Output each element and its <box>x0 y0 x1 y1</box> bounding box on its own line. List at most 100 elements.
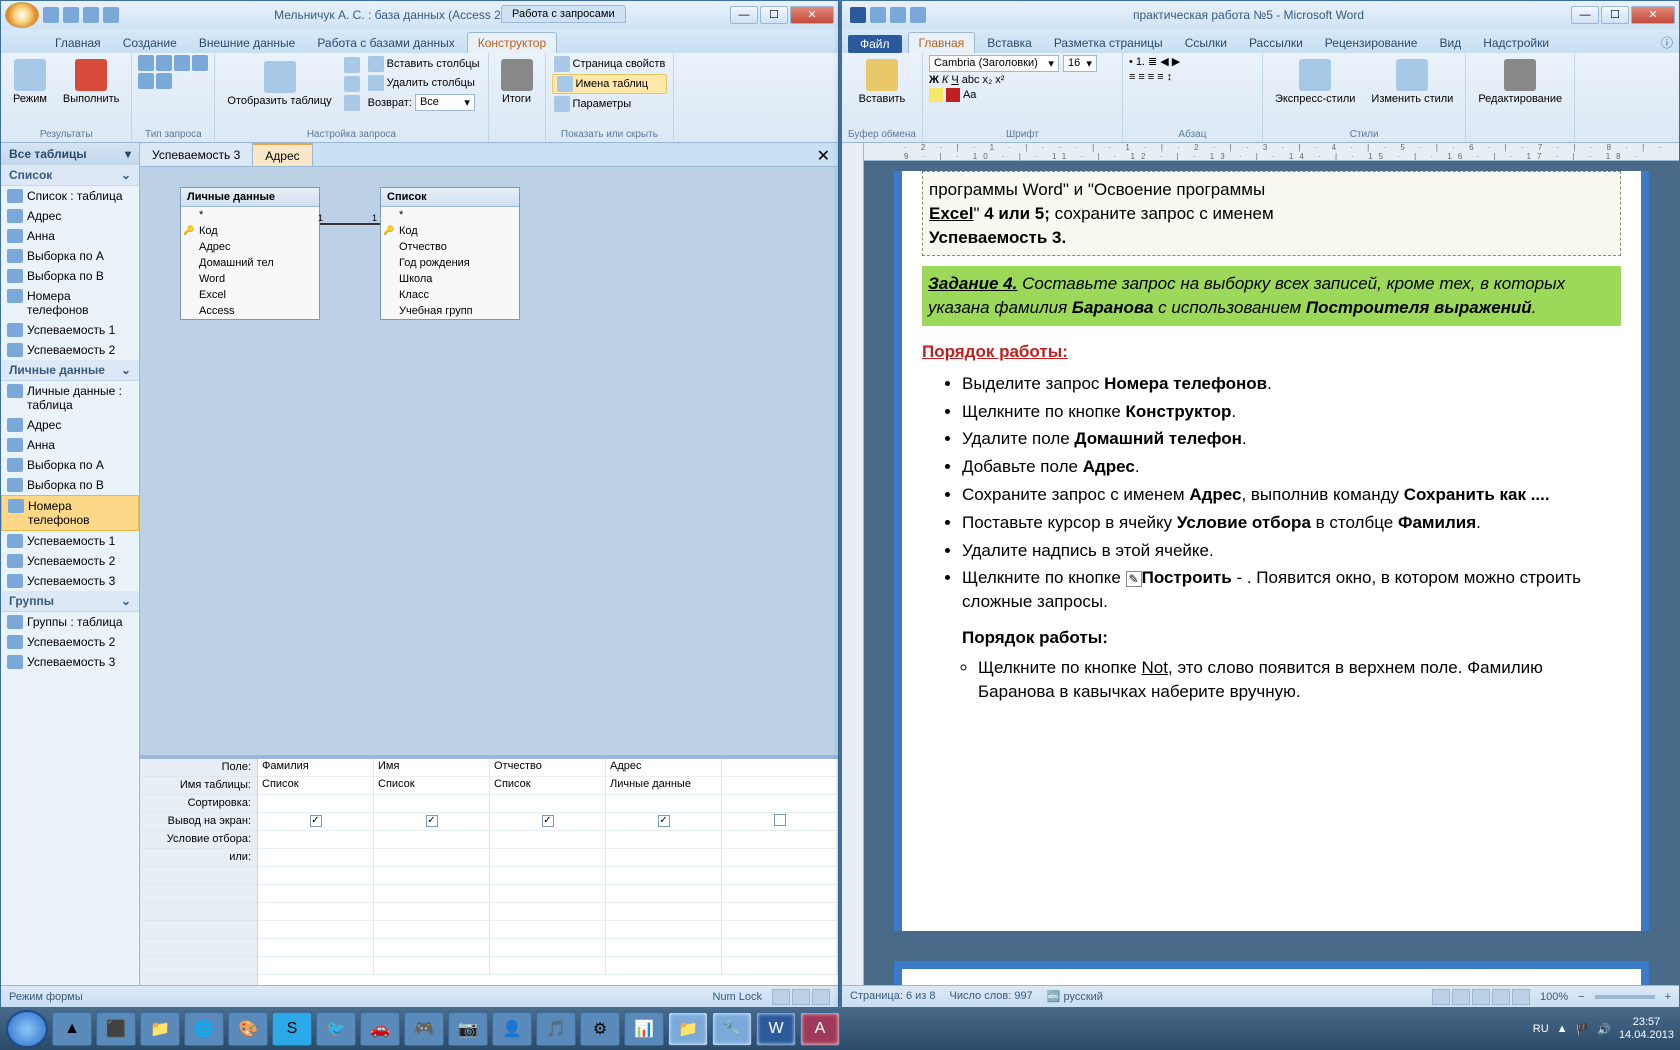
zoom-slider[interactable] <box>1595 995 1655 999</box>
maximize-button[interactable]: ☐ <box>1601 6 1629 24</box>
change-case-button[interactable]: Aa <box>963 89 976 101</box>
office-button[interactable] <box>5 2 39 28</box>
qbe-cell[interactable]: ✓ <box>606 813 722 830</box>
qat-redo-icon[interactable] <box>83 7 99 23</box>
select-query-icon[interactable] <box>138 55 154 71</box>
qbe-cell[interactable] <box>490 903 606 920</box>
delete-cols-button[interactable]: Удалить столбцы <box>366 74 482 92</box>
qbe-cell[interactable] <box>490 795 606 812</box>
qbe-cell[interactable] <box>606 903 722 920</box>
qbe-cell[interactable] <box>722 903 838 920</box>
table-field[interactable]: Отчество <box>381 239 519 255</box>
table-field[interactable]: Класс <box>381 287 519 303</box>
help-icon[interactable]: ⓘ <box>1655 32 1679 53</box>
qat-save-icon[interactable] <box>870 7 886 23</box>
indent-dec-button[interactable]: ◀ <box>1160 55 1168 68</box>
table-box-list[interactable]: Список *КодОтчествоГод рожденияШколаКлас… <box>380 187 520 320</box>
return-combo[interactable]: Возврат:Все▾ <box>366 93 482 112</box>
property-sheet-button[interactable]: Страница свойств <box>552 55 668 73</box>
qbe-cell[interactable]: Фамилия <box>258 759 374 776</box>
run-button[interactable]: Выполнить <box>57 55 125 109</box>
change-styles-button[interactable]: Изменить стили <box>1365 55 1459 109</box>
tray-lang[interactable]: RU <box>1533 1023 1549 1035</box>
qbe-cell[interactable] <box>490 921 606 938</box>
tray-volume-icon[interactable]: 🔊 <box>1597 1023 1611 1036</box>
query-design-surface[interactable]: Личные данные *КодАдресДомашний телWordE… <box>140 167 838 755</box>
table-field[interactable]: Код <box>181 223 319 239</box>
subscript-button[interactable]: x₂ <box>982 74 992 86</box>
justify-button[interactable]: ≡ <box>1157 71 1163 83</box>
taskbar-app-6[interactable]: ⚙ <box>580 1012 620 1046</box>
qbe-cell[interactable] <box>490 849 606 866</box>
delete-query-icon[interactable] <box>156 73 172 89</box>
qbe-cell[interactable] <box>258 903 374 920</box>
tab-view[interactable]: Вид <box>1429 33 1471 53</box>
qbe-cell[interactable] <box>258 957 374 974</box>
qbe-cell[interactable]: Отчество <box>490 759 606 776</box>
tab-dbtools[interactable]: Работа с базами данных <box>307 33 464 53</box>
qbe-cell[interactable] <box>606 885 722 902</box>
minimize-button[interactable]: — <box>1571 6 1599 24</box>
qbe-cell[interactable] <box>606 831 722 848</box>
nav-item[interactable]: Группы : таблица <box>1 612 139 632</box>
qbe-cell[interactable] <box>374 831 490 848</box>
taskbar-app-4[interactable]: 👤 <box>492 1012 532 1046</box>
minimize-button[interactable]: — <box>730 6 758 24</box>
qbe-cell[interactable] <box>490 957 606 974</box>
status-lang[interactable]: 🔤 русский <box>1047 990 1103 1003</box>
nav-item[interactable]: Анна <box>1 226 139 246</box>
qbe-cell[interactable] <box>374 957 490 974</box>
qbe-cell[interactable]: Адрес <box>606 759 722 776</box>
nav-item[interactable]: Адрес <box>1 206 139 226</box>
qbe-cell[interactable] <box>258 921 374 938</box>
table-field[interactable]: * <box>181 207 319 223</box>
quick-styles-button[interactable]: Экспресс-стили <box>1269 55 1361 109</box>
table-box-personal[interactable]: Личные данные *КодАдресДомашний телWordE… <box>180 187 320 320</box>
qbe-cell[interactable] <box>490 831 606 848</box>
nav-group-header[interactable]: Список⌄ <box>1 165 139 186</box>
qbe-cell[interactable]: Список <box>258 777 374 794</box>
qbe-cell[interactable] <box>606 957 722 974</box>
qbe-cell[interactable] <box>722 831 838 848</box>
highlight-button[interactable] <box>929 88 943 102</box>
qbe-cell[interactable] <box>606 867 722 884</box>
nav-group-header[interactable]: Группы⌄ <box>1 591 139 612</box>
start-button[interactable] <box>6 1010 48 1048</box>
qbe-cell[interactable] <box>258 831 374 848</box>
view-outline-icon[interactable] <box>1492 989 1510 1005</box>
multilevel-button[interactable]: ≣ <box>1148 55 1157 68</box>
taskbar-skype[interactable]: S <box>272 1012 312 1046</box>
make-table-icon[interactable] <box>156 55 172 71</box>
qbe-cell[interactable] <box>722 795 838 812</box>
nav-header[interactable]: Все таблицы▾ <box>1 143 139 165</box>
zoom-in-button[interactable]: + <box>1665 991 1671 1003</box>
nav-item[interactable]: Успеваемость 3 <box>1 652 139 672</box>
nav-item[interactable]: Выборка по А <box>1 455 139 475</box>
underline-button[interactable]: Ч <box>951 74 958 86</box>
qat-redo-icon[interactable] <box>910 7 926 23</box>
qbe-cell[interactable]: Список <box>374 777 490 794</box>
line-spacing-button[interactable]: ↕ <box>1167 71 1173 83</box>
qbe-grid[interactable]: Поле:Имя таблицы:Сортировка:Вывод на экр… <box>140 755 838 985</box>
view-button[interactable]: Режим <box>7 55 53 109</box>
qbe-cell[interactable] <box>374 885 490 902</box>
insert-rows-button[interactable] <box>342 56 362 74</box>
qbe-cell[interactable] <box>374 849 490 866</box>
taskbar-game-3[interactable]: 🎮 <box>404 1012 444 1046</box>
table-field[interactable]: Код <box>381 223 519 239</box>
insert-cols-button[interactable]: Вставить столбцы <box>366 55 482 73</box>
status-page[interactable]: Страница: 6 из 8 <box>850 990 936 1003</box>
nav-item[interactable]: Номера телефонов <box>1 286 139 320</box>
qbe-cell[interactable] <box>490 939 606 956</box>
italic-button[interactable]: К <box>942 74 948 86</box>
doc-tab-adres[interactable]: Адрес <box>253 143 312 166</box>
strike-button[interactable]: abc <box>962 74 980 86</box>
zoom-level[interactable]: 100% <box>1540 991 1568 1003</box>
taskbar-chrome[interactable]: 🌐 <box>184 1012 224 1046</box>
document-area[interactable]: программы Word" и "Освоение программы Ex… <box>864 161 1679 985</box>
nav-item[interactable]: Личные данные : таблица <box>1 381 139 415</box>
align-left-button[interactable]: ≡ <box>1129 71 1135 83</box>
font-size-combo[interactable]: 16▾ <box>1063 55 1097 72</box>
qbe-cell[interactable]: Личные данные <box>606 777 722 794</box>
table-field[interactable]: Год рождения <box>381 255 519 271</box>
